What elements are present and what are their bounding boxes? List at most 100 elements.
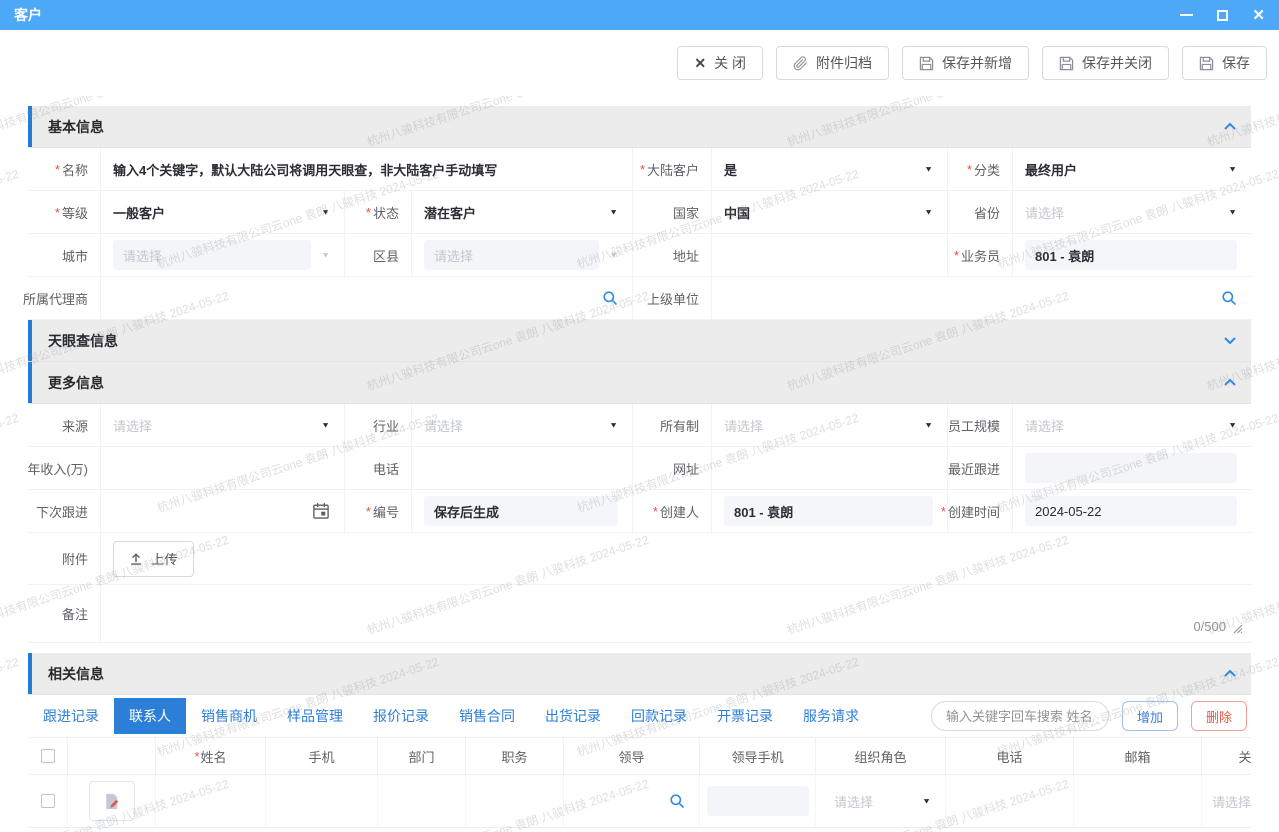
caret-down-icon: ▼	[321, 208, 330, 217]
salesman-field[interactable]: 801 - 袁朗	[1013, 234, 1251, 276]
edit-document-button[interactable]	[89, 781, 135, 821]
row-email-cell[interactable]	[1074, 775, 1202, 827]
form-row: 下次跟进 编号 保存后生成 创建人 801 - 袁朗 创建时间 2024-05-…	[28, 490, 1251, 533]
agent-lookup-input[interactable]	[101, 277, 633, 319]
section-accent-bar	[28, 320, 32, 361]
row-job-cell[interactable]	[466, 775, 564, 827]
row-phone-cell[interactable]	[946, 775, 1074, 827]
tab-sample-management[interactable]: 样品管理	[272, 698, 358, 734]
search-icon[interactable]	[1221, 290, 1237, 306]
row-mobile-cell[interactable]	[266, 775, 378, 827]
contact-search-input[interactable]	[931, 701, 1109, 731]
calendar-icon[interactable]	[312, 502, 330, 520]
mainland-select[interactable]: 是▼	[712, 148, 948, 190]
row-name-cell[interactable]	[156, 775, 266, 827]
status-select[interactable]: 潜在客户▼	[412, 191, 633, 233]
province-select[interactable]: 请选择▼	[1013, 191, 1251, 233]
save-icon	[1059, 56, 1074, 71]
add-contact-button[interactable]: 增加	[1122, 701, 1178, 731]
city-label: 城市	[28, 234, 101, 276]
remark-textarea[interactable]: 0/500	[101, 585, 1251, 642]
row-department-cell[interactable]	[378, 775, 466, 827]
row-checkbox[interactable]	[41, 794, 55, 808]
header-leader: 领导	[564, 738, 700, 774]
section-tianyancha-header[interactable]: 天眼查信息	[28, 320, 1251, 362]
annual-income-label: 年收入(万)	[28, 447, 101, 489]
tab-quotation-records[interactable]: 报价记录	[358, 698, 444, 734]
tab-contacts[interactable]: 联系人	[114, 698, 186, 734]
resize-grip-icon[interactable]	[1231, 622, 1243, 634]
country-select[interactable]: 中国▼	[712, 191, 948, 233]
section-accent-bar	[28, 106, 32, 147]
save-button[interactable]: 保存	[1182, 46, 1267, 80]
tab-sales-opportunities[interactable]: 销售商机	[186, 698, 272, 734]
parent-unit-lookup-input[interactable]	[712, 277, 1251, 319]
caret-down-icon: ▼	[922, 797, 931, 806]
chevron-up-icon[interactable]	[1223, 669, 1237, 678]
select-all-checkbox[interactable]	[41, 749, 55, 763]
source-select[interactable]: 请选择▼	[101, 404, 345, 446]
section-more-info-title: 更多信息	[48, 373, 104, 393]
delete-contact-button[interactable]: 删除	[1191, 701, 1247, 731]
maximize-icon[interactable]	[1217, 10, 1228, 21]
chevron-down-icon[interactable]	[1223, 336, 1237, 345]
caret-down-icon: ▼	[924, 165, 933, 174]
next-followup-date-input[interactable]	[101, 490, 345, 532]
customer-dialog: 客户 ✕ ✕ 关 闭 附件归档 保存并新增 保存并关闭 保存	[0, 0, 1279, 832]
save-and-new-button[interactable]: 保存并新增	[902, 46, 1029, 80]
chevron-up-icon[interactable]	[1223, 378, 1237, 387]
annual-income-input[interactable]	[101, 447, 345, 489]
row-org-role-cell[interactable]: 请选择▼	[816, 775, 946, 827]
create-time-field: 2024-05-22	[1013, 490, 1251, 532]
tab-payment-records[interactable]: 回款记录	[616, 698, 702, 734]
related-tabs-bar: 跟进记录 联系人 销售商机 样品管理 报价记录 销售合同 出货记录 回款记录 开…	[28, 695, 1251, 737]
level-select[interactable]: 一般客户▼	[101, 191, 345, 233]
section-related-info-header[interactable]: 相关信息	[28, 653, 1251, 695]
close-button[interactable]: ✕ 关 闭	[677, 46, 763, 80]
category-select[interactable]: 最终用户▼	[1013, 148, 1251, 190]
name-input[interactable]: 输入4个关键字，默认大陆公司将调用天眼查，非大陆客户手动填写	[101, 148, 633, 190]
attachment-archive-button[interactable]: 附件归档	[776, 46, 889, 80]
caret-down-icon: ▼	[1228, 421, 1237, 430]
save-and-close-button[interactable]: 保存并关闭	[1042, 46, 1169, 80]
search-icon[interactable]	[602, 290, 618, 306]
header-name: 姓名	[156, 738, 266, 774]
status-label: 状态	[345, 191, 412, 233]
caret-down-icon: ▼	[609, 421, 618, 430]
paperclip-icon	[793, 56, 808, 71]
char-counter: 0/500	[1193, 619, 1226, 634]
tab-followup-records[interactable]: 跟进记录	[28, 698, 114, 734]
ownership-select[interactable]: 请选择▼	[712, 404, 948, 446]
close-icon[interactable]: ✕	[1252, 8, 1265, 23]
section-more-info-header[interactable]: 更多信息	[28, 362, 1251, 404]
tab-invoice-records[interactable]: 开票记录	[702, 698, 788, 734]
header-leader-mobile: 领导手机	[700, 738, 816, 774]
category-label: 分类	[948, 148, 1013, 190]
address-input[interactable]	[712, 234, 948, 276]
tab-sales-contracts[interactable]: 销售合同	[444, 698, 530, 734]
header-org-role: 组织角色	[816, 738, 946, 774]
save-icon	[1199, 56, 1214, 71]
contacts-table-header: 姓名 手机 部门 职务 领导 领导手机 组织角色 电话 邮箱 关	[28, 737, 1251, 775]
header-relation: 关	[1202, 738, 1251, 774]
section-basic-info-header[interactable]: 基本信息	[28, 106, 1251, 148]
toolbar: ✕ 关 闭 附件归档 保存并新增 保存并关闭 保存	[677, 46, 1267, 80]
tab-service-requests[interactable]: 服务请求	[788, 698, 874, 734]
attachment-label: 附件	[28, 533, 101, 584]
search-icon[interactable]	[669, 793, 685, 809]
contact-table-row: 请选择▼ 请选择	[28, 775, 1251, 828]
tab-shipment-records[interactable]: 出货记录	[530, 698, 616, 734]
chevron-up-icon[interactable]	[1223, 122, 1237, 131]
row-leader-cell[interactable]	[564, 775, 700, 827]
website-input[interactable]	[712, 447, 948, 489]
upload-button[interactable]: 上传	[113, 541, 194, 577]
window-controls: ✕	[1180, 8, 1265, 23]
phone-input[interactable]	[412, 447, 633, 489]
section-related-info-title: 相关信息	[48, 664, 104, 684]
staff-size-select[interactable]: 请选择▼	[1013, 404, 1251, 446]
form-row: 附件 上传	[28, 533, 1251, 585]
industry-select[interactable]: 请选择▼	[412, 404, 633, 446]
row-relation-cell[interactable]: 请选择	[1202, 775, 1251, 827]
minimize-icon[interactable]	[1180, 14, 1193, 16]
form-row: 等级 一般客户▼ 状态 潜在客户▼ 国家 中国▼ 省份 请选择▼	[28, 191, 1251, 234]
